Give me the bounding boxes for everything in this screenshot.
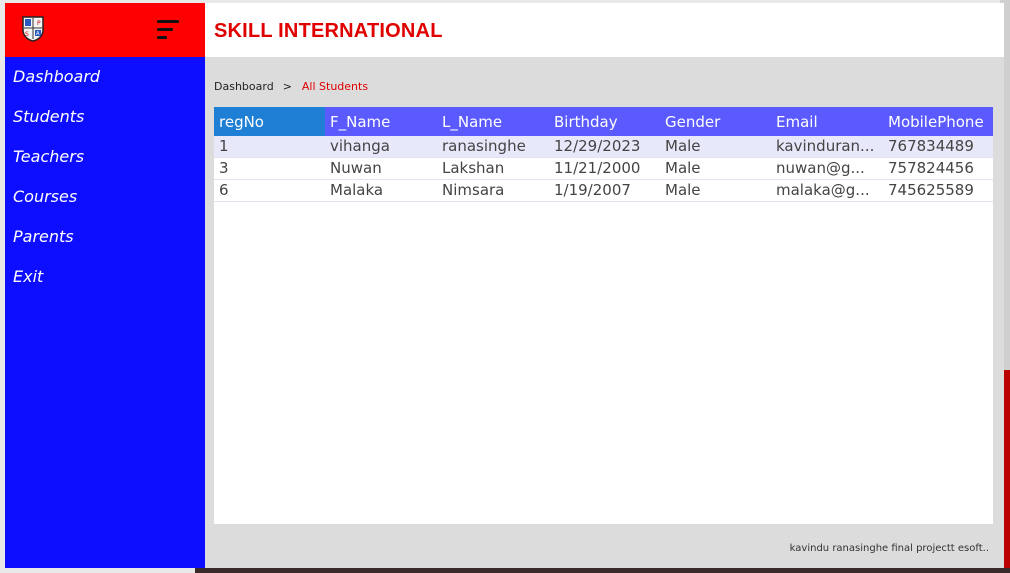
app-title: SKILL INTERNATIONAL xyxy=(214,20,443,42)
sidebar-item-courses[interactable]: Courses xyxy=(5,177,205,217)
logo-bar: P S A xyxy=(5,3,205,57)
grid-header: regNo F_Name L_Name Birthday Gender Emai… xyxy=(214,107,993,136)
column-header-gender[interactable]: Gender xyxy=(660,107,771,136)
table-cell: ranasinghe xyxy=(442,137,526,155)
sidebar-item-dashboard[interactable]: Dashboard xyxy=(5,57,205,97)
column-header-f-name[interactable]: F_Name xyxy=(325,107,437,136)
table-row[interactable]: 3 Nuwan Lakshan 11/21/2000 Male nuwan@g.… xyxy=(214,158,993,180)
table-cell: vihanga xyxy=(330,137,390,155)
breadcrumb-current: All Students xyxy=(301,80,369,93)
school-crest-logo-icon: P S A xyxy=(22,16,44,42)
background-image-strip xyxy=(195,568,1010,573)
column-header-email[interactable]: Email xyxy=(771,107,883,136)
table-cell: Male xyxy=(665,181,701,199)
table-cell: kavinduran... xyxy=(776,137,875,155)
table-cell: 6 xyxy=(219,181,229,199)
sidebar-item-teachers[interactable]: Teachers xyxy=(5,137,205,177)
menu-toggle-icon[interactable] xyxy=(157,20,181,40)
sidebar-item-exit[interactable]: Exit xyxy=(5,257,205,297)
table-row[interactable]: 6 Malaka Nimsara 1/19/2007 Male malaka@g… xyxy=(214,180,993,202)
column-header-birthday[interactable]: Birthday xyxy=(549,107,660,136)
table-cell: Male xyxy=(665,159,701,177)
students-grid[interactable]: regNo F_Name L_Name Birthday Gender Emai… xyxy=(214,107,993,524)
table-cell: nuwan@g... xyxy=(776,159,865,177)
sidebar: P S A Dashboard Students Teachers Course… xyxy=(5,3,205,568)
table-row[interactable]: 1 vihanga ranasinghe 12/29/2023 Male kav… xyxy=(214,136,993,158)
crest-letter: P xyxy=(37,20,41,27)
table-cell: 12/29/2023 xyxy=(554,137,641,155)
header: SKILL INTERNATIONAL xyxy=(205,3,1004,57)
breadcrumb: Dashboard > All Students xyxy=(214,80,368,93)
table-cell: Male xyxy=(665,137,701,155)
table-cell: 745625589 xyxy=(888,181,974,199)
breadcrumb-separator: > xyxy=(282,80,292,93)
table-cell: Nimsara xyxy=(442,181,505,199)
table-cell: 1/19/2007 xyxy=(554,181,631,199)
table-cell: 1 xyxy=(219,137,229,155)
column-header-l-name[interactable]: L_Name xyxy=(437,107,549,136)
table-cell: 757824456 xyxy=(888,159,974,177)
sidebar-item-students[interactable]: Students xyxy=(5,97,205,137)
table-cell: Lakshan xyxy=(442,159,505,177)
table-cell: 11/21/2000 xyxy=(554,159,641,177)
table-cell: 767834489 xyxy=(888,137,974,155)
table-cell: malaka@g... xyxy=(776,181,870,199)
table-cell: Nuwan xyxy=(330,159,382,177)
sidebar-item-parents[interactable]: Parents xyxy=(5,217,205,257)
crest-letter: A xyxy=(36,31,40,37)
column-header-regno[interactable]: regNo xyxy=(214,107,325,136)
table-cell: Malaka xyxy=(330,181,384,199)
column-header-mobilephone[interactable]: MobilePhone xyxy=(883,107,993,136)
table-cell: 3 xyxy=(219,159,229,177)
crest-letter: S xyxy=(25,31,29,38)
app-window: P S A Dashboard Students Teachers Course… xyxy=(5,3,1004,568)
breadcrumb-root[interactable]: Dashboard xyxy=(214,80,274,93)
footer-credit: kavindu ranasinghe final projectt esoft.… xyxy=(789,543,989,554)
sidebar-nav: Dashboard Students Teachers Courses Pare… xyxy=(5,57,205,297)
